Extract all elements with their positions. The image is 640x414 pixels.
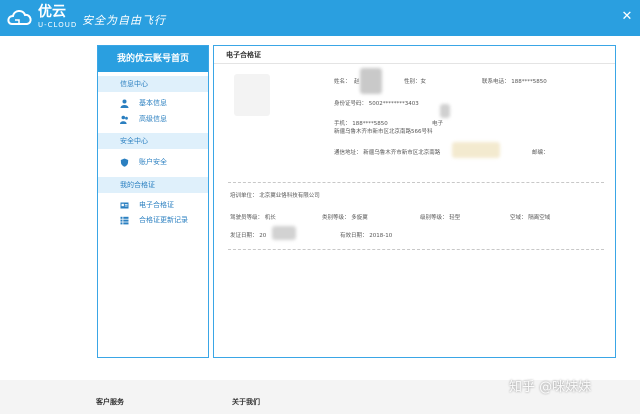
training-unit-field: 培训单位： 北京翼业恪科技有限公司 bbox=[230, 193, 320, 199]
email-label: 电子 bbox=[432, 121, 444, 127]
photo-placeholder bbox=[234, 74, 270, 116]
name-label: 姓名： bbox=[334, 79, 351, 85]
id-mosaic bbox=[440, 104, 450, 118]
postcode-field: 邮编： bbox=[532, 150, 549, 156]
id-card-icon bbox=[120, 201, 129, 210]
section-security-center: 安全中心 bbox=[98, 133, 208, 149]
customer-service-link[interactable]: 客户服务 bbox=[96, 397, 124, 407]
section-my-certificate: 我的合格证 bbox=[98, 177, 208, 193]
close-icon[interactable]: ✕ bbox=[620, 10, 634, 24]
address-line: 新疆乌鲁木齐市新市区北京南路566号科 bbox=[334, 129, 433, 135]
cloud-logo-icon bbox=[7, 10, 32, 25]
sidebar-item-basic-info[interactable]: 基本信息 bbox=[98, 95, 208, 111]
issue-date-mosaic bbox=[272, 226, 296, 240]
gender-field: 性别：女 bbox=[404, 79, 427, 85]
divider bbox=[228, 182, 604, 183]
mail-address-field: 通信地址： 新疆乌鲁木齐市新市区北京南路 bbox=[334, 150, 441, 156]
sidebar-item-label: 账户安全 bbox=[139, 158, 167, 166]
panel-title: 电子合格证 bbox=[214, 46, 615, 64]
watermark: 知乎 @咪妹妹 bbox=[509, 380, 592, 395]
user-icon bbox=[120, 99, 129, 108]
users-icon bbox=[120, 115, 129, 124]
sidebar-item-e-certificate[interactable]: 电子合格证 bbox=[98, 197, 208, 213]
sidebar-item-label: 基本信息 bbox=[139, 99, 167, 107]
sidebar-title[interactable]: 我的优云账号首页 bbox=[98, 46, 208, 72]
id-number-field: 身份证号码： 5002********3403 bbox=[334, 101, 419, 107]
airspace-field: 空域： 隔离空域 bbox=[510, 215, 551, 221]
address-mosaic bbox=[452, 142, 500, 158]
shield-icon bbox=[120, 158, 129, 167]
class-level-field: 类别等级： 多旋翼 bbox=[322, 215, 368, 221]
sidebar-item-label: 电子合格证 bbox=[139, 201, 174, 209]
slogan: 安全为自由飞行 bbox=[82, 14, 166, 27]
brand-name: 优云 bbox=[38, 4, 66, 20]
pilot-level-field: 驾驶员等级： 机长 bbox=[230, 215, 276, 221]
sidebar-item-advanced-info[interactable]: 高级信息 bbox=[98, 111, 208, 127]
mobile-field: 手机： 188****5850 bbox=[334, 121, 388, 127]
brand-subtitle: U-CLOUD bbox=[38, 21, 78, 29]
valid-date-field: 有效日期： 2018-10 bbox=[340, 233, 393, 239]
name-value: 赵 bbox=[354, 79, 360, 85]
sidebar-item-account-security[interactable]: 账户安全 bbox=[98, 154, 208, 170]
name-mosaic bbox=[360, 68, 382, 94]
divider bbox=[228, 249, 604, 250]
sidebar-item-certificate-update-log[interactable]: 合格证更新记录 bbox=[98, 213, 208, 227]
sidebar: 我的优云账号首页 信息中心 基本信息 高级信息 安全中心 账户安全 我的合格证 … bbox=[97, 45, 209, 358]
grade-level-field: 级别等级： 轻型 bbox=[420, 215, 461, 221]
top-header: 优云 U-CLOUD 安全为自由飞行 ✕ bbox=[0, 0, 640, 36]
section-info-center: 信息中心 bbox=[98, 76, 208, 92]
list-icon bbox=[120, 216, 129, 225]
about-us-link[interactable]: 关于我们 bbox=[232, 397, 260, 407]
sidebar-item-label: 合格证更新记录 bbox=[139, 216, 188, 224]
phone-field: 联系电话： 188****5850 bbox=[482, 79, 547, 85]
issue-date-field: 发证日期： 20 bbox=[230, 233, 267, 239]
certificate-panel: 电子合格证 姓名： 赵 性别：女 联系电话： 188****5850 身份证号码… bbox=[213, 45, 616, 358]
sidebar-item-label: 高级信息 bbox=[139, 115, 167, 123]
